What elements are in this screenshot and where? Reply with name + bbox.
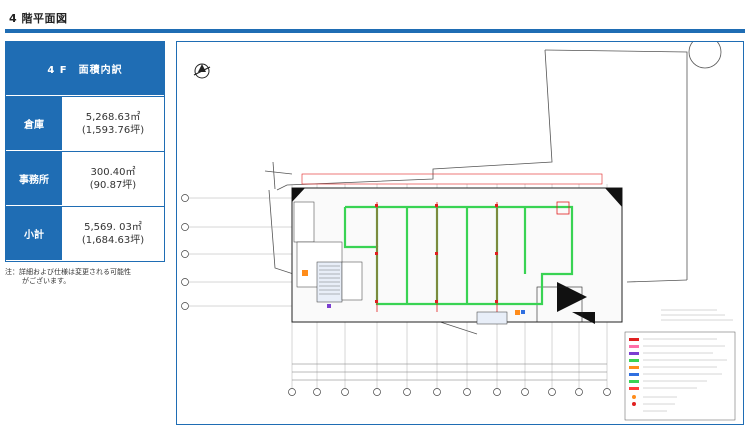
area-sqm: 300.40㎡ bbox=[90, 167, 136, 178]
area-table-header: 4 F 面積内訳 bbox=[6, 42, 164, 96]
area-row-subtotal: 小計 5,569. 03㎡ (1,684.63坪) bbox=[6, 206, 164, 261]
plan-legend bbox=[624, 331, 736, 421]
turn-circle bbox=[688, 42, 722, 69]
page-title: 4 階平面図 bbox=[9, 12, 68, 25]
area-sqm: 5,268.63㎡ bbox=[85, 112, 141, 123]
title-rule bbox=[5, 29, 745, 33]
floor-plan bbox=[176, 41, 744, 425]
plan-notes-top-right bbox=[661, 309, 733, 321]
area-row-warehouse: 倉庫 5,268.63㎡ (1,593.76坪) bbox=[6, 96, 164, 151]
area-row-label: 倉庫 bbox=[6, 97, 62, 151]
grid-bubbles-left bbox=[181, 194, 189, 310]
area-table: 4 F 面積内訳 倉庫 5,268.63㎡ (1,593.76坪) 事務所 30… bbox=[5, 41, 165, 262]
north-arrow-icon bbox=[193, 63, 211, 79]
area-tsubo: (90.87坪) bbox=[89, 180, 137, 191]
area-row-label: 小計 bbox=[6, 207, 62, 261]
dimension-lines bbox=[292, 363, 607, 381]
area-tsubo: (1,593.76坪) bbox=[81, 125, 145, 136]
disclaimer-note: 注：詳細および仕様は変更される可能性 がございます。 bbox=[5, 268, 173, 286]
area-tsubo: (1,684.63坪) bbox=[81, 235, 145, 246]
grid-bubbles-bottom bbox=[288, 388, 611, 396]
note-line-2: がございます。 bbox=[22, 277, 71, 285]
area-row-value: 5,569. 03㎡ (1,684.63坪) bbox=[62, 207, 164, 261]
area-row-value: 300.40㎡ (90.87坪) bbox=[62, 152, 164, 206]
area-row-office: 事務所 300.40㎡ (90.87坪) bbox=[6, 151, 164, 206]
area-row-value: 5,268.63㎡ (1,593.76坪) bbox=[62, 97, 164, 151]
note-line-1: 注：詳細および仕様は変更される可能性 bbox=[5, 268, 131, 276]
area-sqm: 5,569. 03㎡ bbox=[84, 222, 142, 233]
area-row-label: 事務所 bbox=[6, 152, 62, 206]
